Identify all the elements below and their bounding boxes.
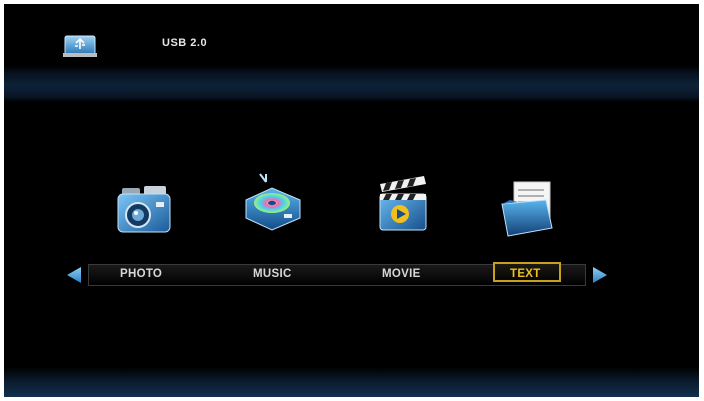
menu-item-movie[interactable]: MOVIE [382, 268, 421, 280]
menu-item-photo[interactable]: PHOTO [120, 268, 162, 280]
footer-band [4, 367, 699, 397]
arrow-left-icon[interactable] [64, 265, 84, 285]
document-folder-icon[interactable] [496, 178, 560, 242]
menu-item-text[interactable]: TEXT [510, 268, 541, 280]
clapperboard-icon[interactable] [372, 174, 436, 238]
arrow-right-icon[interactable] [590, 265, 610, 285]
camera-icon[interactable] [112, 178, 176, 242]
header-band [4, 66, 699, 102]
media-player-screen: USB 2.0 PHOTO MUSIC MOVIE TEXT [4, 4, 699, 397]
usb-icon [63, 35, 97, 57]
menu-item-music[interactable]: MUSIC [253, 268, 292, 280]
usb-device-label: USB 2.0 [162, 37, 208, 49]
music-disc-icon[interactable] [240, 170, 304, 234]
